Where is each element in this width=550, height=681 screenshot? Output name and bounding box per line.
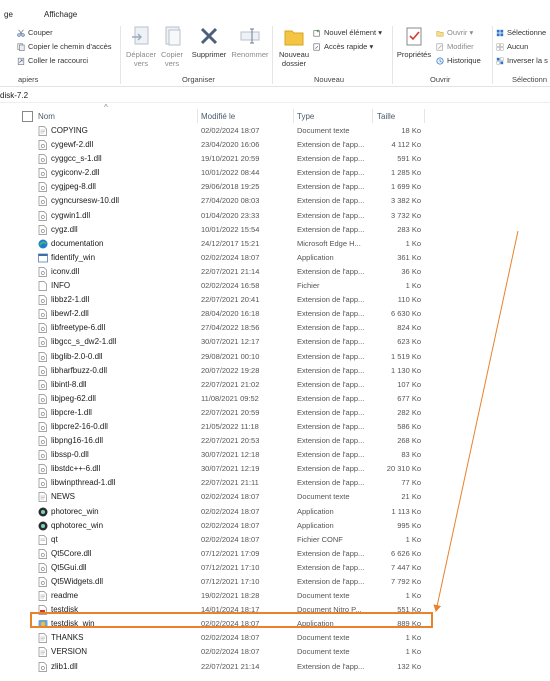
annotation-arrow [433,230,519,612]
